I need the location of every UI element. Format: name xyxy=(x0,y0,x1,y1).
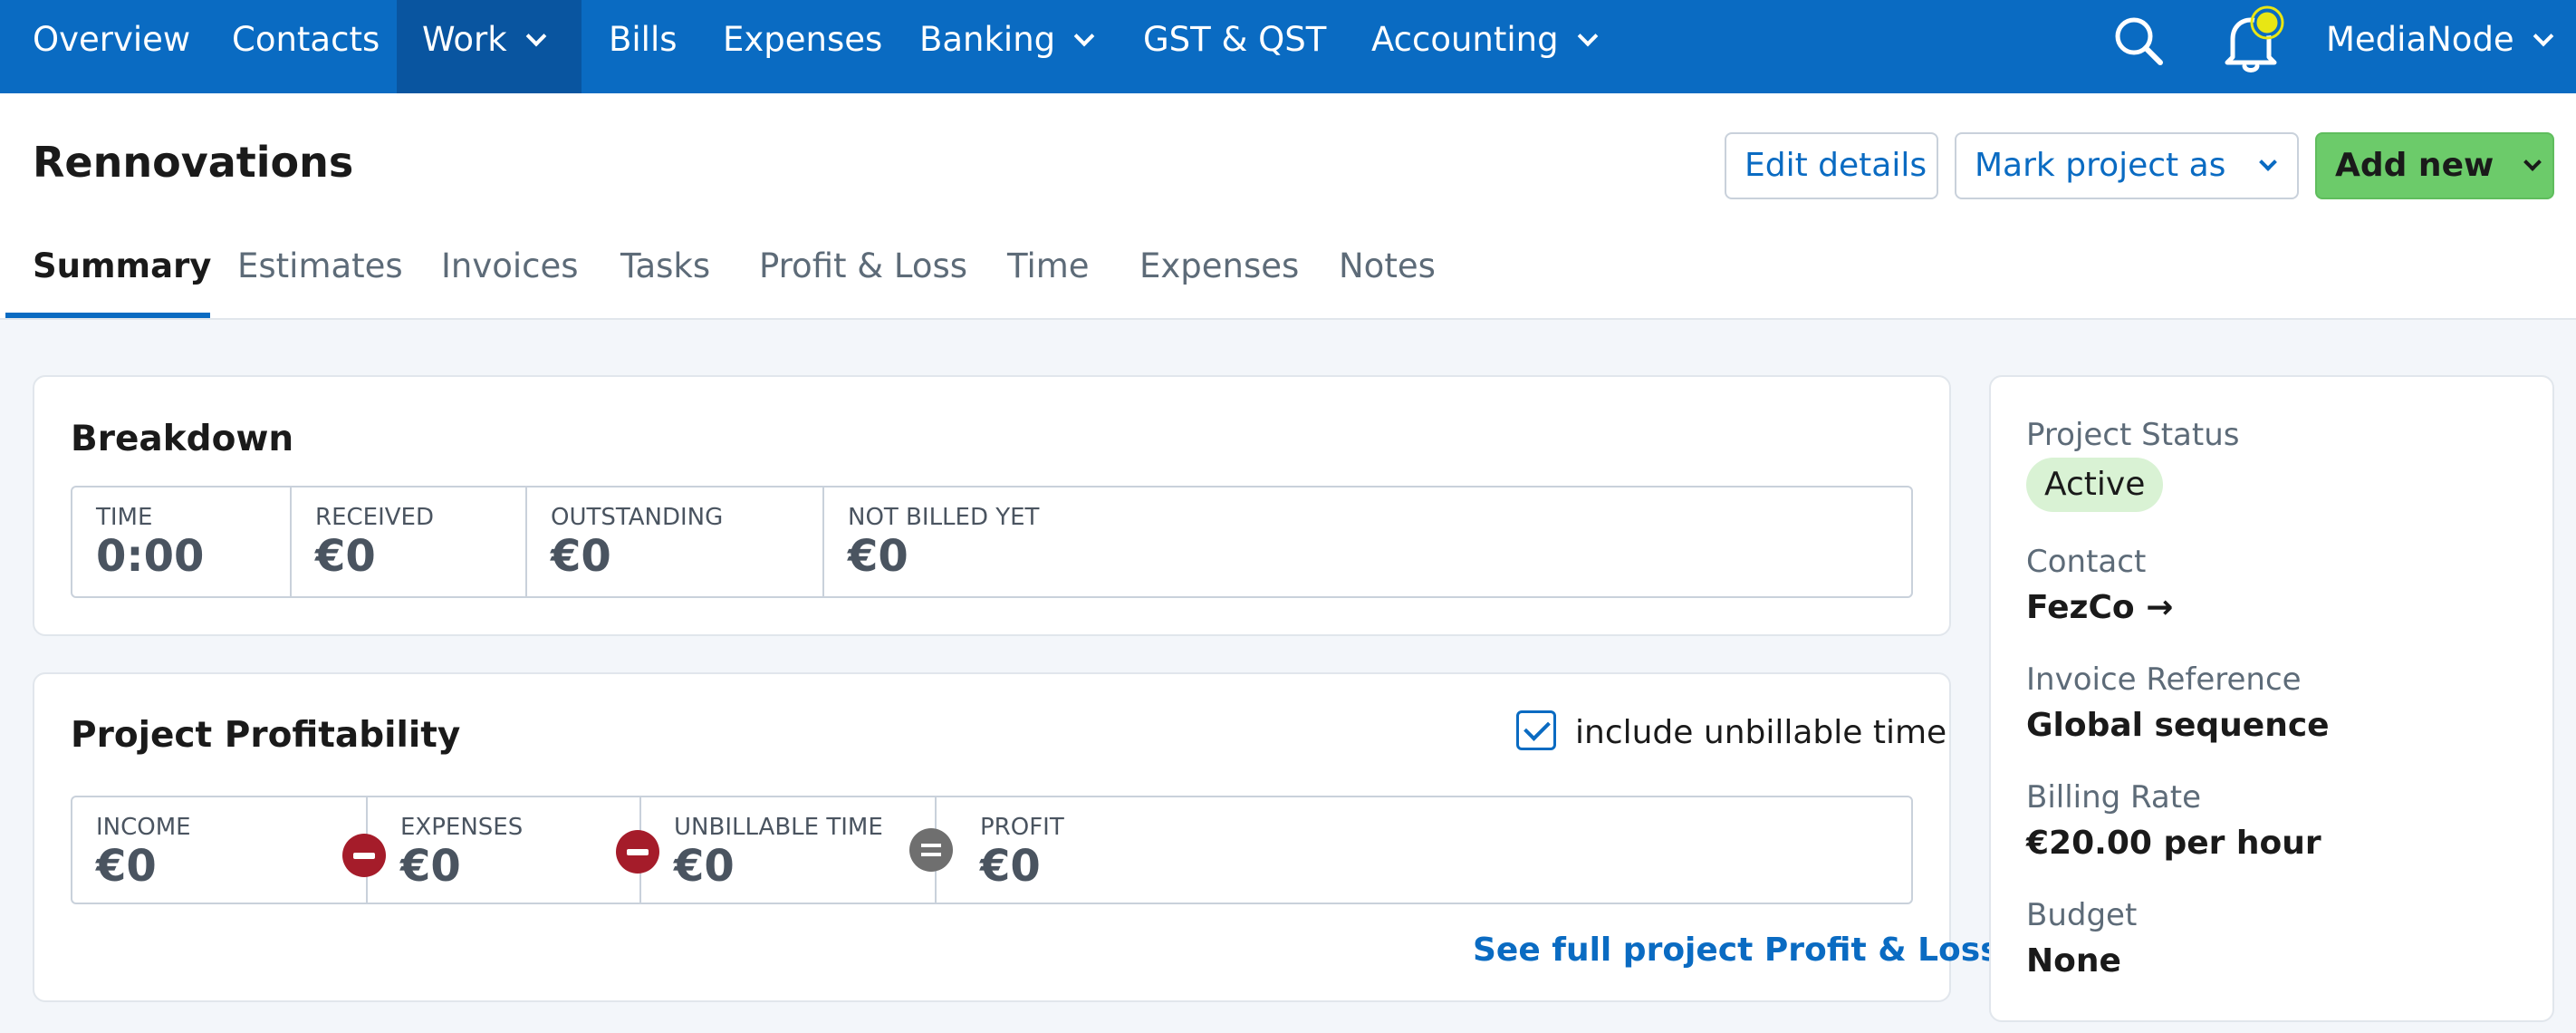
nav-overview[interactable]: Overview xyxy=(33,0,190,93)
page-title: Rennovations xyxy=(33,138,354,187)
minus-icon xyxy=(342,834,386,877)
stat-value: €0 xyxy=(315,531,376,582)
stat-label: TIME xyxy=(96,504,153,531)
stat-label: OUTSTANDING xyxy=(551,504,724,531)
stat-outstanding: OUTSTANDING €0 xyxy=(527,488,822,596)
include-unbillable-checkbox[interactable] xyxy=(1516,710,1556,750)
stat-time: TIME 0:00 xyxy=(72,488,290,596)
project-status-label: Project Status xyxy=(2026,417,2240,453)
account-name: MediaNode xyxy=(2326,20,2514,59)
notifications-button[interactable] xyxy=(2210,0,2292,82)
tab-invoices[interactable]: Invoices xyxy=(441,246,579,285)
stat-label: PROFIT xyxy=(980,814,1064,841)
stat-expenses: EXPENSES €0 xyxy=(368,797,639,903)
stat-label: RECEIVED xyxy=(315,504,434,531)
tab-time[interactable]: Time xyxy=(1007,246,1090,285)
include-unbillable-label: include unbillable time xyxy=(1575,714,1947,751)
nav-accounting[interactable]: Accounting xyxy=(1371,0,1598,93)
stat-value: 0:00 xyxy=(96,531,205,582)
stat-value: €0 xyxy=(400,841,461,892)
breakdown-stats: TIME 0:00 RECEIVED €0 OUTSTANDING €0 NOT… xyxy=(71,486,1913,598)
nav-accounting-label: Accounting xyxy=(1371,20,1559,59)
page-header xyxy=(0,93,2576,320)
stat-received: RECEIVED €0 xyxy=(292,488,525,596)
invoice-reference-label: Invoice Reference xyxy=(2026,661,2302,698)
profitability-title: Project Profitability xyxy=(71,715,461,756)
nav-expenses[interactable]: Expenses xyxy=(723,0,882,93)
nav-gst-qst[interactable]: GST & QST xyxy=(1143,0,1326,93)
stat-value: €0 xyxy=(96,841,157,892)
add-new-label: Add new xyxy=(2335,147,2494,184)
billing-rate-label: Billing Rate xyxy=(2026,779,2202,816)
chevron-down-icon xyxy=(2523,153,2542,171)
nav-banking-label: Banking xyxy=(919,20,1056,59)
contact-link[interactable]: FezCo → xyxy=(2026,589,2173,626)
mark-project-as-label: Mark project as xyxy=(1975,147,2226,184)
chevron-down-icon xyxy=(1577,25,1598,47)
chevron-down-icon xyxy=(2259,153,2278,171)
tab-notes[interactable]: Notes xyxy=(1339,246,1436,285)
invoice-reference-value: Global sequence xyxy=(2026,707,2330,744)
minus-icon xyxy=(616,830,659,874)
account-menu[interactable]: MediaNode xyxy=(2326,0,2554,93)
stat-value: €0 xyxy=(848,531,908,582)
budget-label: Budget xyxy=(2026,897,2138,933)
nav-work[interactable]: Work xyxy=(397,0,582,93)
bell-icon xyxy=(2225,5,2284,72)
chevron-down-icon xyxy=(525,25,547,47)
stat-value: €0 xyxy=(551,531,611,582)
billing-rate-value: €20.00 per hour xyxy=(2026,825,2321,862)
chevron-down-icon xyxy=(1073,25,1095,47)
stat-income: INCOME €0 xyxy=(72,797,366,903)
active-tab-indicator xyxy=(5,313,210,318)
stat-value: €0 xyxy=(980,841,1041,892)
tab-profit-loss[interactable]: Profit & Loss xyxy=(759,246,967,285)
stat-label: EXPENSES xyxy=(400,814,524,841)
stat-profit: PROFIT €0 xyxy=(937,797,1906,903)
mark-project-as-button[interactable]: Mark project as xyxy=(1955,132,2299,199)
add-new-button[interactable]: Add new xyxy=(2315,132,2554,199)
budget-value: None xyxy=(2026,942,2121,980)
search-icon xyxy=(2115,17,2163,65)
tab-expenses[interactable]: Expenses xyxy=(1139,246,1299,285)
stat-unbillable-time: UNBILLABLE TIME €0 xyxy=(641,797,935,903)
breakdown-title: Breakdown xyxy=(71,419,294,459)
contact-label: Contact xyxy=(2026,544,2147,580)
edit-details-button[interactable]: Edit details xyxy=(1725,132,1938,199)
stat-not-billed-yet: NOT BILLED YET €0 xyxy=(824,488,1911,596)
chevron-down-icon xyxy=(2533,25,2554,47)
stat-label: NOT BILLED YET xyxy=(848,504,1040,531)
top-nav: Overview Contacts Work Bills Expenses Ba… xyxy=(0,0,2576,93)
nav-bills[interactable]: Bills xyxy=(609,0,678,93)
stat-label: INCOME xyxy=(96,814,191,841)
stat-label: UNBILLABLE TIME xyxy=(674,814,883,841)
equals-icon xyxy=(909,828,953,872)
nav-work-label: Work xyxy=(422,20,507,59)
full-profit-loss-link[interactable]: See full project Profit & Loss xyxy=(1473,932,2000,969)
stat-value: €0 xyxy=(674,841,735,892)
nav-contacts[interactable]: Contacts xyxy=(232,0,380,93)
status-badge: Active xyxy=(2026,458,2164,512)
tab-estimates[interactable]: Estimates xyxy=(237,246,403,285)
nav-banking[interactable]: Banking xyxy=(919,0,1095,93)
tab-summary[interactable]: Summary xyxy=(33,246,211,285)
tab-tasks[interactable]: Tasks xyxy=(620,246,710,285)
search-button[interactable] xyxy=(2107,0,2170,82)
